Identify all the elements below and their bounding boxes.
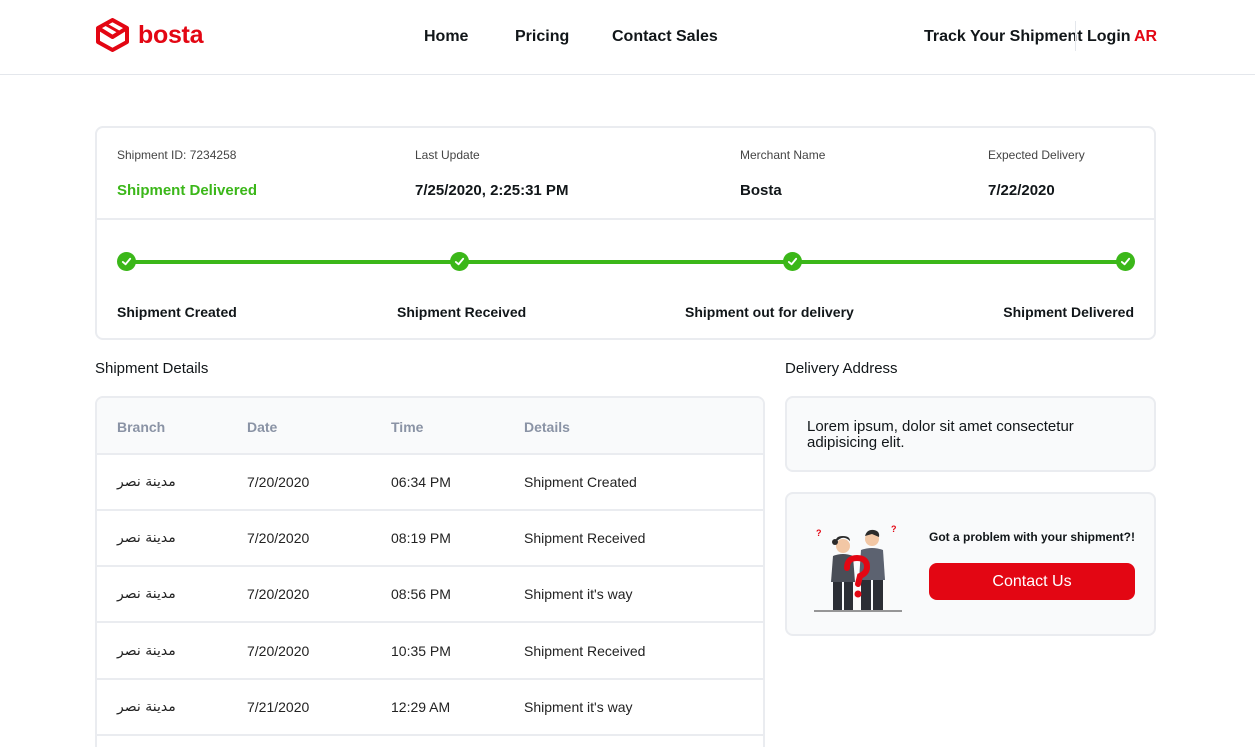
- cell-branch: مدينة نصر: [117, 699, 176, 715]
- table-row: مدينة نصر 7/21/2020 12:29 AM Shipment it…: [97, 680, 763, 736]
- column-branch: Branch: [117, 419, 166, 435]
- step-label-out-for-delivery: Shipment out for delivery: [685, 304, 854, 320]
- cell-time: 08:19 PM: [391, 530, 451, 546]
- cell-date: 7/21/2020: [247, 699, 310, 715]
- step-received-check-icon: [450, 252, 469, 271]
- brand-name: bosta: [138, 20, 204, 49]
- shipment-details-table: Branch Date Time Details مدينة نصر 7/20/…: [95, 396, 765, 747]
- cell-date: 7/20/2020: [247, 643, 310, 659]
- step-delivered-check-icon: [1116, 252, 1135, 271]
- table-row: مدينة نصر 7/20/2020 08:19 PM Shipment Re…: [97, 511, 763, 567]
- help-title: Got a problem with your shipment?!: [929, 530, 1136, 544]
- column-time: Time: [391, 419, 424, 435]
- svg-text:?: ?: [891, 524, 897, 534]
- cell-date: 7/20/2020: [247, 586, 310, 602]
- cell-date: 7/20/2020: [247, 474, 310, 490]
- cell-details: Shipment Received: [524, 530, 646, 546]
- confused-people-illustration-icon: ? ?: [814, 524, 902, 612]
- nav-login[interactable]: Login: [1087, 28, 1131, 46]
- shipment-details-title: Shipment Details: [95, 360, 209, 377]
- table-row: مدينة نصر 7/20/2020 06:34 PM Shipment Cr…: [97, 455, 763, 511]
- expected-delivery-label: Expected Delivery: [988, 148, 1085, 162]
- step-label-received: Shipment Received: [397, 304, 527, 320]
- cell-time: 08:56 PM: [391, 586, 451, 602]
- last-update-value: 7/25/2020, 2:25:31 PM: [415, 182, 569, 199]
- step-label-created: Shipment Created: [117, 304, 237, 320]
- table-row: مدينة نصر 7/20/2020 08:56 PM Shipment it…: [97, 567, 763, 623]
- shipment-id: Shipment ID: 7234258: [117, 148, 237, 162]
- svg-text:?: ?: [816, 528, 822, 538]
- merchant-value: Bosta: [740, 182, 782, 199]
- merchant-label: Merchant Name: [740, 148, 826, 162]
- step-label-delivered: Shipment Delivered: [1003, 304, 1134, 320]
- nav-home[interactable]: Home: [424, 28, 468, 46]
- help-card: ? ? Got a problem with your shipment?! C…: [785, 492, 1156, 636]
- delivery-address-title: Delivery Address: [785, 360, 898, 377]
- cell-time: 06:34 PM: [391, 474, 451, 490]
- last-update-label: Last Update: [415, 148, 480, 162]
- brand-logo[interactable]: bosta: [95, 18, 203, 52]
- column-details: Details: [524, 419, 570, 435]
- nav-pricing[interactable]: Pricing: [515, 28, 569, 46]
- cell-branch: مدينة نصر: [117, 643, 176, 659]
- language-switch[interactable]: AR: [1134, 28, 1157, 46]
- nav-track-shipment[interactable]: Track Your Shipment: [924, 28, 1083, 46]
- top-header: bosta Home Pricing Contact Sales Track Y…: [0, 0, 1255, 75]
- cell-branch: مدينة نصر: [117, 586, 176, 602]
- cell-details: Shipment Created: [524, 474, 637, 490]
- status-divider: [97, 218, 1154, 220]
- expected-delivery-value: 7/22/2020: [988, 182, 1055, 199]
- shipment-state: Shipment Delivered: [117, 182, 258, 199]
- table-row: مدينة نصر 7/20/2020 10:35 PM Shipment Re…: [97, 624, 763, 680]
- nav-divider: [1075, 21, 1076, 51]
- cell-branch: مدينة نصر: [117, 530, 176, 546]
- cell-time: 10:35 PM: [391, 643, 451, 659]
- column-date: Date: [247, 419, 278, 435]
- table-header: Branch Date Time Details: [97, 398, 763, 455]
- cell-details: Shipment it's way: [524, 586, 633, 602]
- contact-us-button[interactable]: Contact Us: [929, 563, 1135, 600]
- progress-track: [126, 260, 1125, 264]
- cell-branch: مدينة نصر: [117, 474, 176, 490]
- nav-contact-sales[interactable]: Contact Sales: [612, 28, 718, 46]
- cell-date: 7/20/2020: [247, 530, 310, 546]
- cell-details: Shipment Received: [524, 643, 646, 659]
- cell-time: 12:29 AM: [391, 699, 451, 715]
- delivery-address-text: Lorem ipsum, dolor sit amet consectetur …: [807, 418, 1074, 451]
- cell-details: Shipment it's way: [524, 699, 633, 715]
- bosta-logo-icon: [96, 18, 129, 52]
- step-out-for-delivery-check-icon: [783, 252, 802, 271]
- shipment-status-card: Shipment ID: 7234258 Shipment Delivered …: [95, 126, 1156, 340]
- delivery-address-card: Lorem ipsum, dolor sit amet consectetur …: [785, 396, 1156, 472]
- step-created-check-icon: [117, 252, 136, 271]
